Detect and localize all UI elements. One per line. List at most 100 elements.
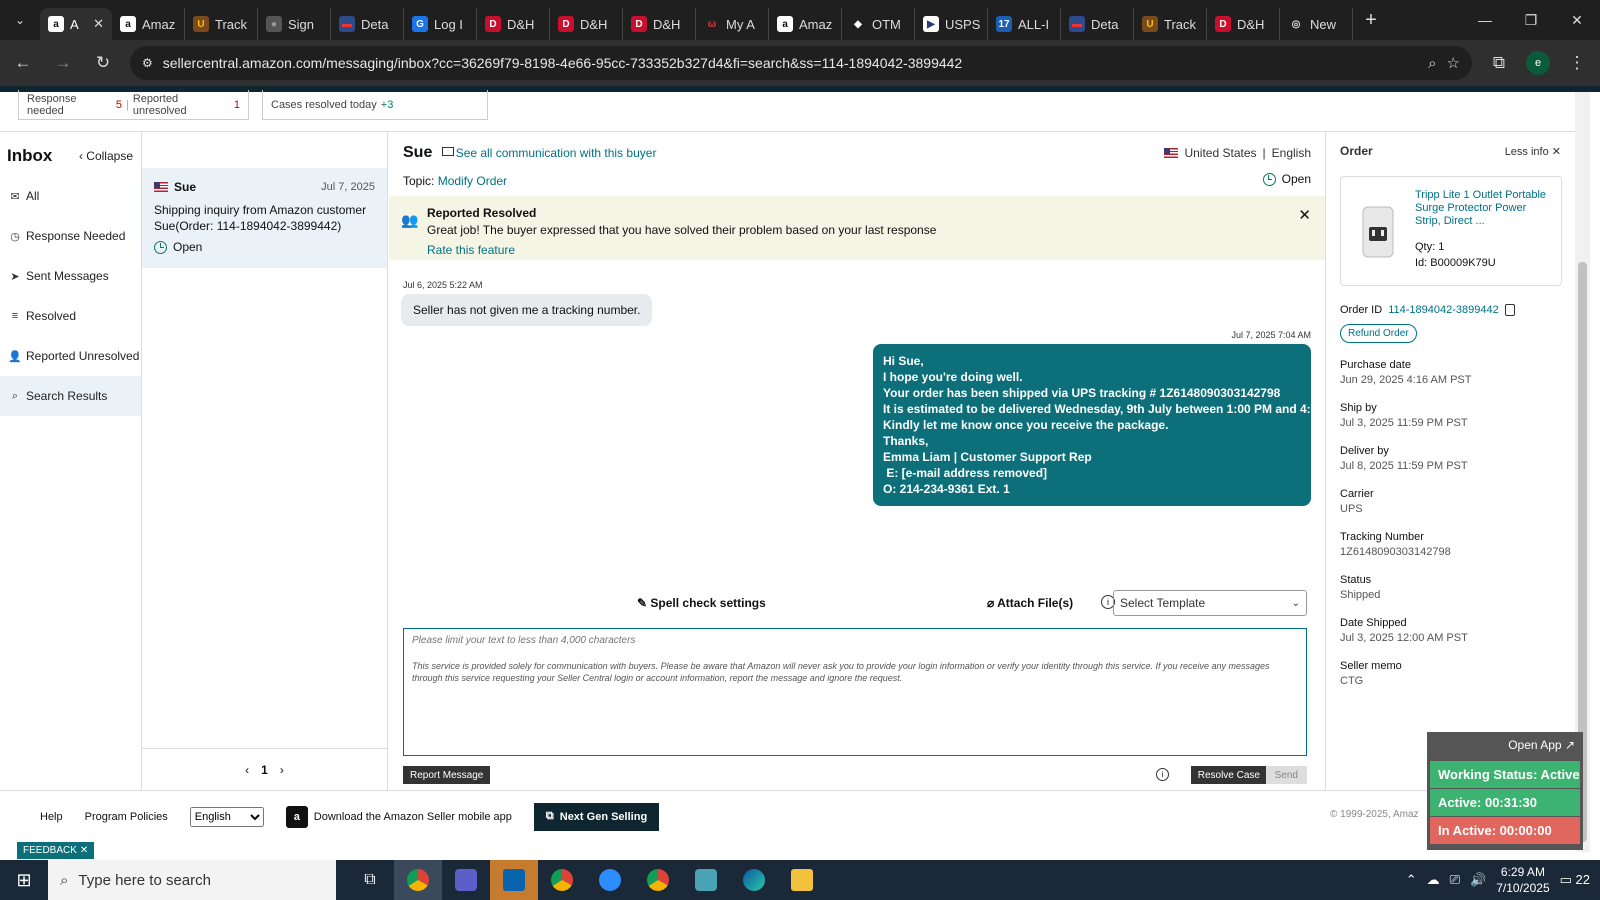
- browser-menu-icon[interactable]: ⋮: [1564, 53, 1590, 73]
- sidebar-item-response-needed[interactable]: ◷ Response Needed: [0, 216, 141, 256]
- sidebar-item-sent-messages[interactable]: ➤ Sent Messages: [0, 256, 141, 296]
- thread-status: Open: [154, 240, 375, 254]
- collapse-label: Collapse: [86, 149, 133, 163]
- windows-start-icon[interactable]: ⊞: [0, 870, 48, 891]
- resolve-case-button[interactable]: Resolve Case: [1190, 766, 1267, 784]
- taskbar-clock[interactable]: 6:29 AM 7/10/2025: [1496, 864, 1549, 896]
- browser-tab[interactable]: G Log I: [404, 8, 477, 40]
- file-explorer-icon[interactable]: [778, 860, 826, 900]
- feedback-button[interactable]: FEEDBACK ✕: [17, 842, 95, 859]
- refund-order-button[interactable]: Refund Order: [1340, 324, 1417, 343]
- bookmark-star-icon[interactable]: ☆: [1447, 54, 1460, 72]
- close-tab-icon[interactable]: ✕: [93, 16, 104, 32]
- tab-label: D&H: [507, 16, 535, 32]
- browser-tab[interactable]: a A ✕: [40, 8, 112, 40]
- buyer-locale: United States | English: [1164, 146, 1311, 160]
- edge-icon[interactable]: [730, 860, 778, 900]
- browser-tab[interactable]: a Amaz: [769, 8, 842, 40]
- taskbar-search-box[interactable]: ⌕ Type here to search: [48, 860, 336, 900]
- browser-tab[interactable]: U Track: [185, 8, 258, 40]
- sidebar-item-resolved[interactable]: ≡ Resolved: [0, 296, 141, 336]
- sidebar-item-all[interactable]: ✉ All: [0, 176, 141, 216]
- teams-icon[interactable]: [442, 860, 490, 900]
- browser-tab[interactable]: a Amaz: [112, 8, 185, 40]
- browser-tab[interactable]: D D&H: [477, 8, 550, 40]
- product-name-link[interactable]: Tripp Lite 1 Outlet Portable Surge Prote…: [1415, 189, 1551, 228]
- browser-tab[interactable]: D D&H: [1207, 8, 1280, 40]
- reported-unresolved-count[interactable]: 1: [234, 99, 240, 111]
- order-id-link[interactable]: 114-1894042-3899442: [1388, 304, 1499, 316]
- tab-label: ALL-I: [1018, 16, 1050, 32]
- order-field-label: Tracking Number: [1340, 531, 1424, 543]
- reload-icon[interactable]: ↻: [90, 53, 116, 73]
- response-needed-count[interactable]: 5: [116, 99, 122, 111]
- back-icon[interactable]: ←: [10, 53, 36, 73]
- browser-tab[interactable]: ▶ USPS: [915, 8, 988, 40]
- close-icon[interactable]: ✕: [1298, 206, 1311, 224]
- clock-icon: [1262, 172, 1276, 186]
- thread-item[interactable]: Sue Jul 7, 2025 Shipping inquiry from Am…: [142, 168, 387, 268]
- open-app-button[interactable]: Open App ↗: [1427, 732, 1583, 760]
- browser-tab[interactable]: U Track: [1134, 8, 1207, 40]
- profile-avatar[interactable]: e: [1526, 51, 1550, 75]
- app-hexagon-icon[interactable]: [682, 860, 730, 900]
- order-field: Tracking Number 1Z6148090303142798: [1340, 531, 1561, 558]
- zoom-icon[interactable]: ⌕: [1428, 55, 1436, 72]
- browser-tab[interactable]: D D&H: [623, 8, 696, 40]
- send-button[interactable]: Send: [1265, 766, 1307, 784]
- sidebar-item-reported-unresolved[interactable]: 👤 Reported Unresolved: [0, 336, 141, 376]
- attach-files-button[interactable]: ⌀ Attach File(s): [987, 596, 1073, 610]
- chrome-profile-icon[interactable]: [538, 860, 586, 900]
- download-app-link[interactable]: a Download the Amazon Seller mobile app: [285, 805, 512, 828]
- notifications-icon[interactable]: ▭ 22: [1560, 872, 1590, 888]
- zoom-app-icon[interactable]: [586, 860, 634, 900]
- next-gen-selling-button[interactable]: ⧉ Next Gen Selling: [533, 802, 660, 831]
- program-policies-link[interactable]: Program Policies: [85, 811, 168, 823]
- info-icon[interactable]: i: [1156, 768, 1169, 781]
- spell-check-button[interactable]: ✎ Spell check settings: [637, 596, 766, 610]
- rate-feature-link[interactable]: Rate this feature: [427, 243, 1311, 257]
- message-input[interactable]: [412, 635, 1298, 655]
- next-page-icon[interactable]: ›: [280, 763, 284, 777]
- close-icon[interactable]: ✕: [80, 845, 88, 856]
- see-all-communication-link[interactable]: See all communication with this buyer: [456, 146, 657, 160]
- sidebar-item-search-results[interactable]: ⌕ Search Results: [0, 376, 141, 416]
- restore-icon[interactable]: ❐: [1508, 12, 1554, 29]
- browser-tab[interactable]: ω My A: [696, 8, 769, 40]
- tab-search-icon[interactable]: ⌄: [0, 0, 40, 40]
- help-link[interactable]: Help: [40, 811, 63, 823]
- report-message-button[interactable]: Report Message: [403, 766, 491, 784]
- forward-icon[interactable]: →: [50, 53, 76, 73]
- browser-tab[interactable]: D D&H: [550, 8, 623, 40]
- new-tab-icon[interactable]: +: [1353, 9, 1389, 32]
- collapse-button[interactable]: ‹ Collapse: [79, 149, 133, 163]
- stats-divider: |: [125, 98, 129, 111]
- chrome-icon[interactable]: [394, 860, 442, 900]
- product-card: Tripp Lite 1 Outlet Portable Surge Prote…: [1340, 176, 1562, 286]
- chevron-up-icon[interactable]: ⌃: [1406, 872, 1417, 888]
- language-select[interactable]: English: [189, 806, 264, 827]
- browser-tab[interactable]: ◆ OTM: [842, 8, 915, 40]
- less-info-button[interactable]: Less info ✕: [1505, 145, 1561, 158]
- chrome-second-profile-icon[interactable]: [634, 860, 682, 900]
- composer-disclaimer: This service is provided solely for comm…: [412, 661, 1270, 683]
- browser-tab[interactable]: ▬ Deta: [331, 8, 404, 40]
- onedrive-icon[interactable]: ☁: [1427, 872, 1440, 888]
- copy-icon[interactable]: [1504, 304, 1515, 316]
- browser-tab[interactable]: 17 ALL-I: [988, 8, 1061, 40]
- outlook-icon[interactable]: [490, 860, 538, 900]
- minimize-icon[interactable]: —: [1462, 12, 1508, 29]
- browser-tab[interactable]: ▬ Deta: [1061, 8, 1134, 40]
- volume-icon[interactable]: 🔊: [1470, 872, 1486, 888]
- task-view-icon[interactable]: ⧉: [346, 860, 394, 900]
- topic-link[interactable]: Modify Order: [438, 174, 507, 188]
- network-icon[interactable]: ⎚: [1450, 872, 1460, 888]
- select-template-dropdown[interactable]: Select Template ⌄: [1113, 590, 1307, 616]
- browser-tab[interactable]: ● Sign: [258, 8, 331, 40]
- browser-tab[interactable]: ◎ New: [1280, 8, 1353, 40]
- address-bar[interactable]: ⚙ sellercentral.amazon.com/messaging/inb…: [130, 46, 1472, 80]
- prev-page-icon[interactable]: ‹: [245, 763, 249, 777]
- site-info-icon[interactable]: ⚙: [142, 56, 153, 70]
- extensions-icon[interactable]: ⧉: [1486, 53, 1512, 73]
- close-window-icon[interactable]: ✕: [1554, 12, 1600, 29]
